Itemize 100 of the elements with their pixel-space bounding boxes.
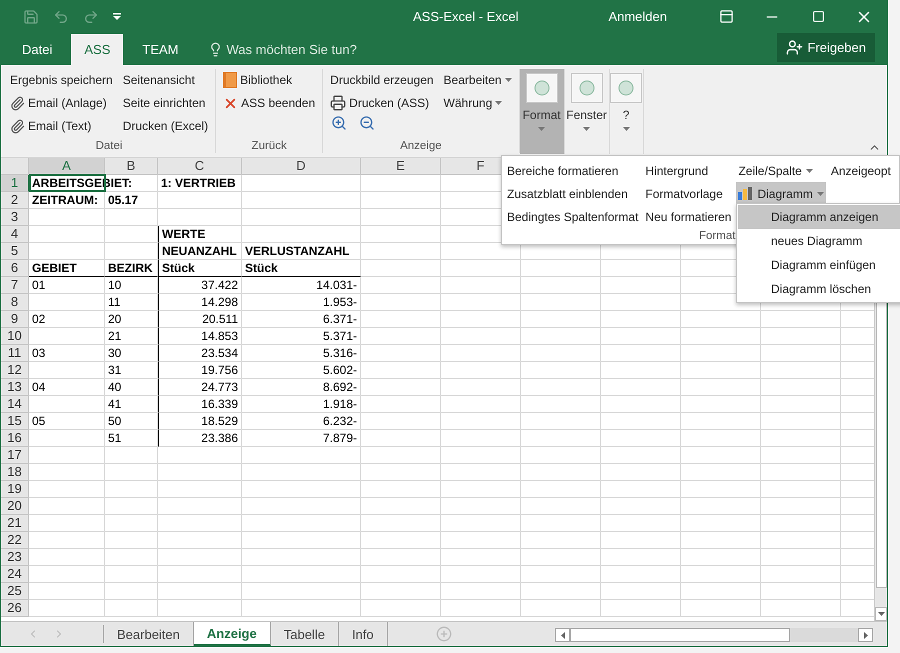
row-header[interactable]: 25 <box>1 583 29 600</box>
ribbon-display-options-icon[interactable] <box>718 9 734 24</box>
ribbon-button[interactable]: Währung <box>442 92 513 114</box>
sheet-tab[interactable]: Tabelle <box>270 622 339 646</box>
scroll-down-button[interactable] <box>875 607 887 621</box>
customize-toolbar-icon[interactable] <box>113 12 121 20</box>
table-cell <box>105 243 158 260</box>
table-cell: 51 <box>105 430 158 447</box>
scrollbar-thumb[interactable] <box>570 628 790 642</box>
ribbon-large-button[interactable]: ? <box>610 69 644 154</box>
ribbon-button[interactable]: Bibliothek <box>222 69 316 91</box>
table-cell: 8.692- <box>242 379 361 396</box>
ribbon-large-button[interactable]: Format <box>520 69 565 154</box>
sheet-tab[interactable]: Info <box>338 622 388 646</box>
ribbon-button[interactable]: Seitenansicht <box>122 69 210 91</box>
row-header[interactable]: 21 <box>1 515 29 532</box>
menu-button[interactable]: Hintergrund <box>643 159 734 182</box>
table-cell: 20.511 <box>158 311 242 328</box>
table-cell: 5.602- <box>242 362 361 379</box>
menu-item[interactable]: Diagramm löschen <box>738 277 900 301</box>
row-header[interactable]: 14 <box>1 396 29 413</box>
zoom-out-icon[interactable] <box>359 115 376 131</box>
row-header[interactable]: 18 <box>1 464 29 481</box>
row-header[interactable]: 8 <box>1 294 29 311</box>
share-button[interactable]: Freigeben <box>777 33 875 62</box>
row-header[interactable]: 4 <box>1 226 29 243</box>
group-label: Datei <box>94 140 124 153</box>
menu-button[interactable]: Zeile/Spalte <box>736 159 826 182</box>
row-header[interactable]: 3 <box>1 209 29 226</box>
menu-button[interactable]: Anzeigeopt <box>828 159 893 182</box>
caret-icon <box>583 127 590 131</box>
table-cell: 02 <box>29 311 105 328</box>
table-cell: 1: VERTRIEB <box>158 175 242 192</box>
group-label: Zurück <box>250 140 288 153</box>
column-header[interactable]: D <box>242 158 361 175</box>
menu-item[interactable]: neues Diagramm <box>738 229 900 253</box>
row-header[interactable]: 15 <box>1 413 29 430</box>
menu-button[interactable]: Formatvorlage <box>643 182 734 205</box>
maximize-icon[interactable] <box>812 10 824 23</box>
ribbon-button[interactable]: ASS beenden <box>222 92 316 114</box>
table-cell <box>105 532 158 549</box>
row-header[interactable]: 24 <box>1 566 29 583</box>
menu-button[interactable]: Neu formatieren <box>643 205 734 228</box>
scroll-right-button[interactable] <box>858 628 873 642</box>
ribbon-tab[interactable]: ASS <box>71 34 124 65</box>
menu-button[interactable]: Zusatzblatt einblenden <box>505 182 640 205</box>
menu-button[interactable]: Bedingtes Spaltenformat <box>505 205 640 228</box>
ribbon-button[interactable]: Email (Anlage) <box>9 92 114 114</box>
column-header[interactable]: E <box>361 158 441 175</box>
row-header[interactable]: 20 <box>1 498 29 515</box>
row-header[interactable]: 19 <box>1 481 29 498</box>
ribbon-button[interactable]: Drucken (ASS) <box>329 92 435 114</box>
sign-in-link[interactable]: Anmelden <box>608 9 667 24</box>
caret-icon <box>538 127 546 131</box>
row-header[interactable]: 16 <box>1 430 29 447</box>
paperclip-icon <box>10 118 25 134</box>
zoom-in-icon[interactable] <box>331 115 348 131</box>
row-header[interactable]: 17 <box>1 447 29 464</box>
row-header[interactable]: 13 <box>1 379 29 396</box>
scroll-left-button[interactable] <box>555 628 570 642</box>
ribbon-button[interactable]: Ergebnis speichern <box>9 69 114 91</box>
row-header[interactable]: 22 <box>1 532 29 549</box>
ribbon-tab[interactable]: Datei <box>9 34 66 65</box>
ribbon-large-button[interactable]: Fenster <box>564 69 610 154</box>
row-header[interactable]: 1 <box>1 175 29 192</box>
table-cell: 11 <box>105 294 158 311</box>
ribbon-tab[interactable]: TEAM <box>129 34 192 65</box>
tell-me-field[interactable]: Was möchten Sie tun? <box>226 42 357 57</box>
table-cell: 6.371- <box>242 311 361 328</box>
ribbon-button[interactable]: Druckbild erzeugen <box>329 69 435 91</box>
row-header[interactable]: 7 <box>1 277 29 294</box>
row-header[interactable]: 23 <box>1 549 29 566</box>
caret-icon <box>622 127 630 131</box>
menu-item[interactable]: Diagramm einfügen <box>738 253 900 277</box>
table-cell <box>105 566 158 583</box>
row-header[interactable]: 26 <box>1 600 29 617</box>
menu-button[interactable]: Diagramm <box>736 182 826 205</box>
column-header[interactable]: B <box>105 158 158 175</box>
table-cell: BEZIRK <box>105 260 158 277</box>
column-header[interactable]: C <box>158 158 242 175</box>
ribbon-button[interactable]: Email (Text) <box>9 115 114 137</box>
ribbon-button[interactable]: Seite einrichten <box>122 92 210 114</box>
row-header[interactable]: 2 <box>1 192 29 209</box>
row-header[interactable]: 9 <box>1 311 29 328</box>
ribbon-button[interactable]: Drucken (Excel) <box>122 115 210 137</box>
sheet-tab[interactable]: Anzeige <box>194 622 271 646</box>
table-cell: 03 <box>29 345 105 362</box>
caret-icon <box>495 101 502 105</box>
row-header[interactable]: 5 <box>1 243 29 260</box>
row-header[interactable]: 10 <box>1 328 29 345</box>
menu-item[interactable]: Diagramm anzeigen <box>738 205 900 229</box>
column-header[interactable]: A <box>29 158 105 175</box>
table-cell <box>105 549 158 566</box>
row-header[interactable]: 11 <box>1 345 29 362</box>
row-header[interactable]: 6 <box>1 260 29 277</box>
table-cell <box>105 226 158 243</box>
table-cell: 7.879- <box>242 430 361 447</box>
table-cell: NEUANZAHL <box>158 243 242 260</box>
row-header[interactable]: 12 <box>1 362 29 379</box>
ribbon-button[interactable]: Bearbeiten <box>442 69 513 91</box>
